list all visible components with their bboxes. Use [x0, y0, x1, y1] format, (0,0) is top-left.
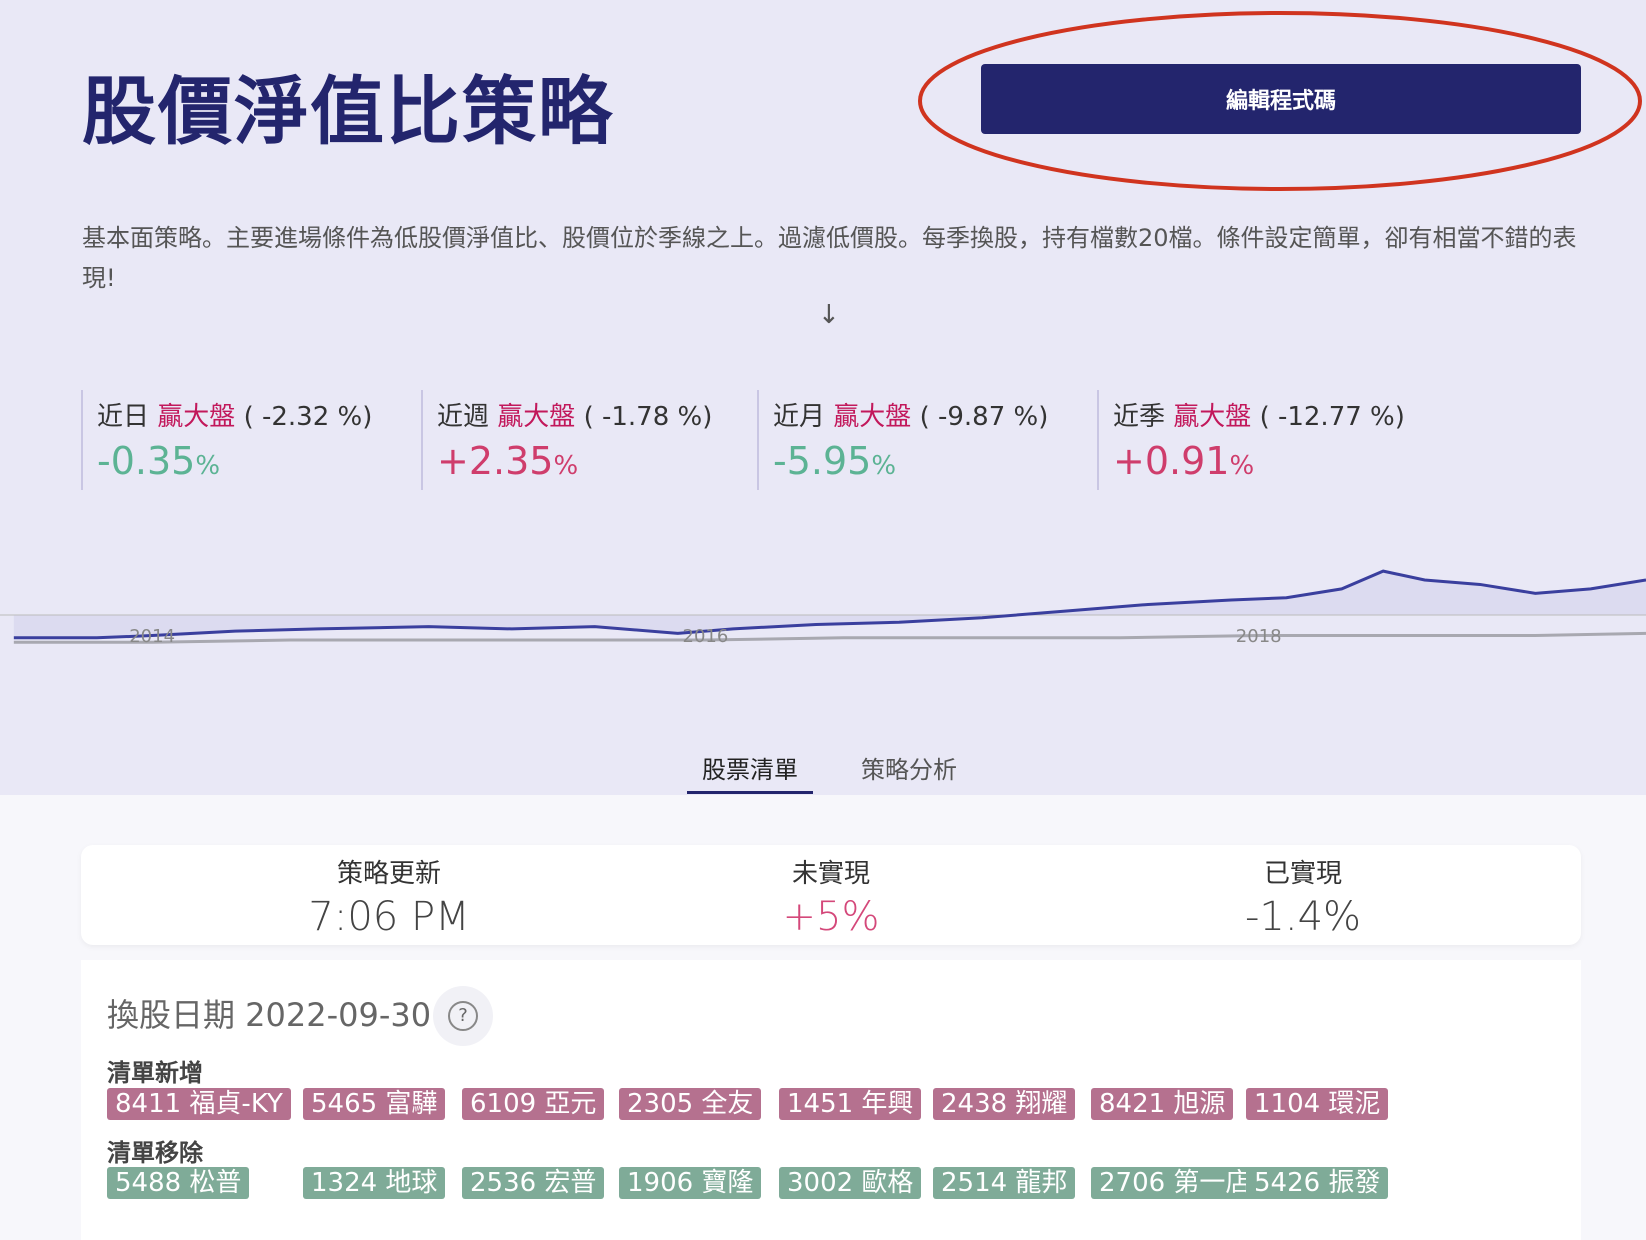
- stock-tag[interactable]: 2305 全友: [619, 1088, 762, 1120]
- content-area: 策略更新 7:06 PM 未實現 +5% 已實現 -1.4% 換股日期 2022…: [0, 795, 1646, 1240]
- down-arrow-icon[interactable]: ↓: [818, 300, 840, 330]
- stock-tag[interactable]: 8411 福貞-KY: [107, 1088, 291, 1120]
- stat-beat-label: 贏大盤: [497, 402, 576, 432]
- equity-area: [13, 571, 1646, 638]
- stat-benchmark: ( -1.78 %): [583, 402, 713, 432]
- stock-tag[interactable]: 1324 地球: [303, 1167, 446, 1199]
- stock-tag[interactable]: 1104 環泥: [1246, 1088, 1389, 1120]
- realized-value: -1.4%: [1244, 894, 1362, 940]
- stock-tag[interactable]: 5465 富驊: [303, 1088, 446, 1120]
- stat-value: +0.91: [1113, 439, 1230, 483]
- stat-value: -0.35: [97, 439, 196, 483]
- stock-tag[interactable]: 3002 歐格: [779, 1167, 922, 1199]
- summary-realized: 已實現 -1.4%: [1088, 845, 1518, 940]
- stock-tag[interactable]: 1906 寶隆: [619, 1167, 762, 1199]
- stock-tag[interactable]: 8421 旭源: [1091, 1088, 1234, 1120]
- rebalance-date-title: 換股日期 2022-09-30: [107, 996, 432, 1034]
- stat-period: 近月: [773, 402, 826, 432]
- summary-unrealized: 未實現 +5%: [616, 845, 1046, 940]
- stat-beat-label: 贏大盤: [1173, 402, 1252, 432]
- stat-quarter: 近季 贏大盤 ( -12.77 %) +0.91%: [1097, 390, 1437, 490]
- unrealized-value: +5%: [782, 894, 880, 940]
- stat-value: -5.95: [773, 439, 872, 483]
- stock-tag[interactable]: 5488 松普: [107, 1167, 250, 1199]
- stat-period: 近日: [97, 402, 150, 432]
- stat-value: +2.35: [437, 439, 554, 483]
- update-label: 策略更新: [336, 859, 441, 889]
- x-tick-label: 2016: [683, 626, 729, 647]
- stock-tag[interactable]: 2438 翔耀: [933, 1088, 1076, 1120]
- stat-benchmark: ( -9.87 %): [919, 402, 1049, 432]
- summary-card: 策略更新 7:06 PM 未實現 +5% 已實現 -1.4%: [81, 845, 1581, 945]
- stock-tag[interactable]: 2514 龍邦: [933, 1167, 1076, 1199]
- stock-tag[interactable]: 1451 年興: [779, 1088, 922, 1120]
- stat-week: 近週 贏大盤 ( -1.78 %) +2.35%: [421, 390, 757, 490]
- stat-benchmark: ( -12.77 %): [1259, 402, 1405, 432]
- removed-label: 清單移除: [107, 1139, 203, 1167]
- tab-stock-list[interactable]: 股票清單: [687, 750, 813, 794]
- stat-unit: %: [195, 451, 221, 481]
- question-mark-icon: ?: [448, 1001, 478, 1031]
- x-tick-label: 2018: [1236, 626, 1282, 647]
- stat-beat-label: 贏大盤: [833, 402, 912, 432]
- stat-period: 近週: [437, 402, 490, 432]
- stat-unit: %: [1229, 451, 1255, 481]
- update-value: 7:06 PM: [308, 894, 470, 940]
- unrealized-label: 未實現: [791, 859, 870, 889]
- summary-update: 策略更新 7:06 PM: [174, 845, 604, 940]
- added-label: 清單新增: [107, 1059, 203, 1087]
- x-tick-label: 2014: [129, 626, 175, 647]
- tab-bar: 股票清單 策略分析: [0, 740, 1646, 794]
- stock-tag[interactable]: 2536 宏普: [462, 1167, 605, 1199]
- page-title: 股價淨值比策略: [82, 69, 614, 155]
- stat-unit: %: [871, 451, 897, 481]
- edit-code-button[interactable]: 編輯程式碼: [981, 64, 1581, 134]
- stat-benchmark: ( -2.32 %): [243, 402, 373, 432]
- help-icon[interactable]: ?: [433, 986, 493, 1046]
- equity-curve-chart[interactable]: 2014 2016 2018: [0, 560, 1646, 690]
- tab-strategy-analysis[interactable]: 策略分析: [846, 750, 972, 794]
- realized-label: 已實現: [1263, 859, 1342, 889]
- stock-tag[interactable]: 2706 第一店: [1091, 1167, 1260, 1199]
- stat-period: 近季: [1113, 402, 1166, 432]
- stat-month: 近月 贏大盤 ( -9.87 %) -5.95%: [757, 390, 1097, 490]
- stock-tag[interactable]: 5426 振發: [1246, 1167, 1389, 1199]
- stat-day: 近日 贏大盤 ( -2.32 %) -0.35%: [81, 390, 421, 490]
- strategy-description: 基本面策略。主要進場條件為低股價淨值比、股價位於季線之上。過濾低價股。每季換股，…: [82, 224, 1577, 292]
- stat-beat-label: 贏大盤: [157, 402, 236, 432]
- benchmark-line: [13, 631, 1646, 644]
- stock-tag[interactable]: 6109 亞元: [462, 1088, 605, 1120]
- stat-unit: %: [553, 451, 579, 481]
- rebalance-card: 換股日期 2022-09-30 ? 清單新增 8411 福貞-KY 5465 富驊…: [81, 960, 1581, 1240]
